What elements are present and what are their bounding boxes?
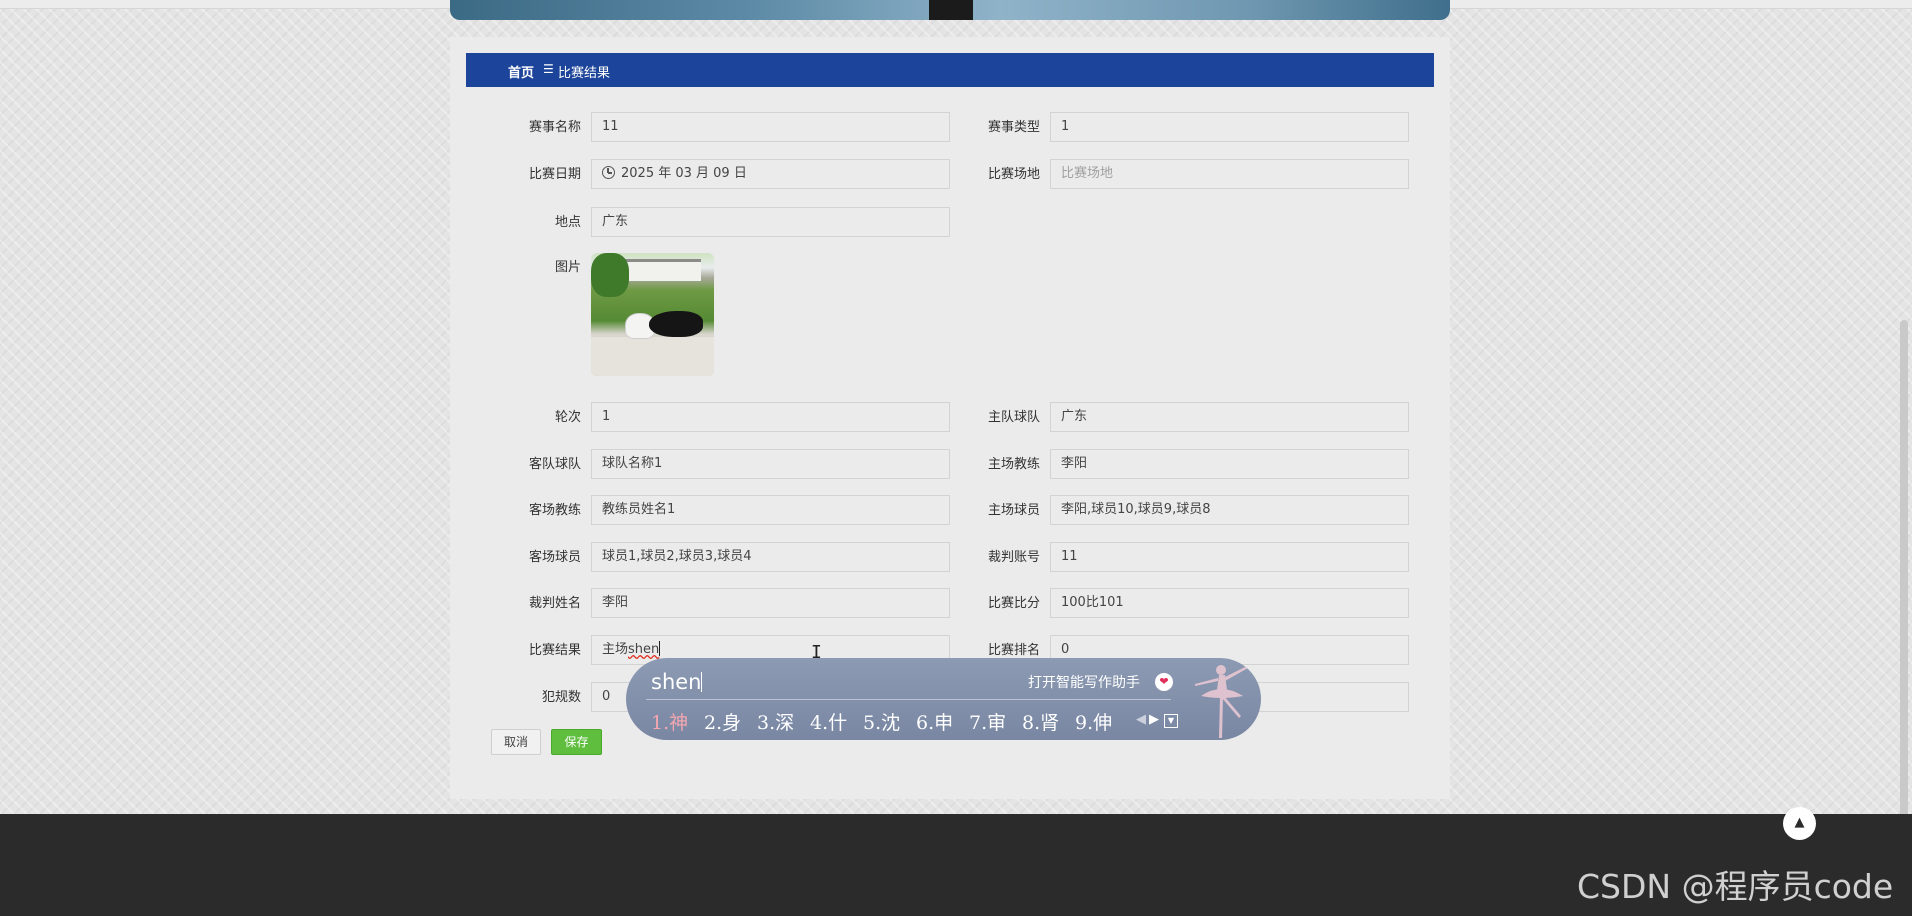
text-caret [659,641,661,656]
ime-caret [701,672,703,692]
fouls-label: 犯规数 [541,690,581,705]
photo-tree [591,253,629,297]
breadcrumb-home-link[interactable]: 首页 [508,62,534,81]
cancel-button[interactable]: 取消 [491,729,541,755]
ime-candidate[interactable]: 9.伸 [1075,708,1112,735]
event-type-input[interactable]: 1 [1050,112,1409,142]
venue-label: 比赛场地 [987,167,1040,182]
save-button[interactable]: 保存 [551,729,602,755]
away-players-input[interactable]: 球员1,球员2,球员3,球员4 [591,542,950,572]
ime-candidate[interactable]: 8.肾 [1022,708,1059,735]
clock-icon [602,166,615,179]
referee-name-label: 裁判姓名 [528,596,581,611]
result-label: 比赛结果 [528,643,581,658]
referee-account-label: 裁判账号 [987,550,1040,565]
location-input[interactable]: 广东 [591,207,950,237]
photo-window-sill [591,337,714,376]
ime-candidate[interactable]: 2.身 [704,708,741,735]
score-input[interactable]: 100比101 [1050,588,1409,618]
referee-account-input[interactable]: 11 [1050,542,1409,572]
ime-candidate[interactable]: 4.什 [810,708,847,735]
result-typed-text: shen [628,642,660,657]
banner-dark-figure [929,0,973,20]
match-picture[interactable] [591,253,714,376]
event-name-input[interactable]: 11 [591,112,950,142]
ime-pinyin-text: shen [651,670,702,694]
breadcrumb-menu-icon: ☰ [543,62,554,76]
away-players-label: 客场球员 [528,550,581,565]
ime-prev-page-icon[interactable]: ◀ [1136,712,1146,727]
match-date-label: 比赛日期 [528,167,581,182]
ime-pinyin: shen [651,670,703,694]
away-team-label: 客队球队 [528,457,581,472]
round-input[interactable]: 1 [591,402,950,432]
away-coach-input[interactable]: 教练员姓名1 [591,495,950,525]
home-team-input[interactable]: 广东 [1050,402,1409,432]
ime-candidate-window[interactable]: shen 打开智能写作助手 ❤ 1.神 2.身 3.深 4.什 5.沈 6.申 … [626,658,1261,740]
ime-next-page-icon[interactable]: ▶ [1149,712,1159,727]
away-team-input[interactable]: 球队名称1 [591,449,950,479]
round-label: 轮次 [554,410,581,425]
picture-label: 图片 [554,260,581,275]
score-label: 比赛比分 [987,596,1040,611]
heart-icon[interactable]: ❤ [1155,673,1173,691]
ime-candidate[interactable]: 6.申 [916,708,953,735]
home-players-input[interactable]: 李阳,球员10,球员9,球员8 [1050,495,1409,525]
photo-house [621,259,701,281]
back-to-top-button[interactable]: ▲ [1783,807,1816,840]
ime-writing-assistant-link[interactable]: 打开智能写作助手 [1028,672,1140,692]
referee-name-input[interactable]: 李阳 [591,588,950,618]
ime-candidate[interactable]: 7.审 [969,708,1006,735]
home-players-label: 主场球员 [987,503,1040,518]
ranking-label: 比赛排名 [987,643,1040,658]
result-prefix: 主场 [602,642,629,657]
ballerina-skin-icon [1195,665,1248,738]
location-label: 地点 [554,215,581,230]
page-scrollbar[interactable] [1900,320,1908,820]
home-coach-label: 主场教练 [987,457,1040,472]
event-type-label: 赛事类型 [987,120,1040,135]
ime-divider [646,699,1171,700]
breadcrumb-current: 比赛结果 [558,66,611,81]
home-team-label: 主队球队 [987,410,1040,425]
venue-placeholder: 比赛场地 [1061,166,1114,181]
ime-candidate[interactable]: 1.神 [651,708,688,735]
page-header: 首页 ☰ 比赛结果 [466,53,1434,87]
away-coach-label: 客场教练 [528,503,581,518]
venue-input[interactable]: 比赛场地 [1050,159,1409,189]
match-date-value: 2025 年 03 月 09 日 [621,166,747,181]
match-date-input[interactable]: 2025 年 03 月 09 日 [591,159,950,189]
home-coach-input[interactable]: 李阳 [1050,449,1409,479]
event-name-label: 赛事名称 [528,120,581,135]
ime-expand-icon[interactable]: ▼ [1164,714,1178,728]
photo-black-cat [649,311,703,337]
ime-candidate[interactable]: 5.沈 [863,708,900,735]
csdn-watermark: CSDN @程序员code [1577,867,1894,906]
ime-candidate[interactable]: 3.深 [757,708,794,735]
